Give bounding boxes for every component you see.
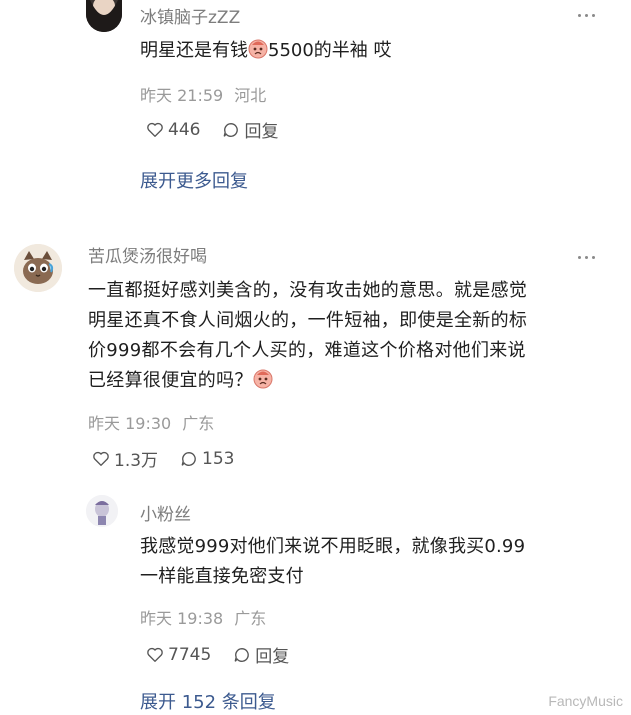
reply-button[interactable]: 153 (180, 448, 235, 469)
reply-count: 153 (202, 448, 235, 469)
like-count: 1.3万 (114, 451, 159, 471)
comment-text-line: 明星还真不食人间烟火的，一件短袖，即使是全新的标 (88, 310, 528, 331)
comment-text-line: 已经算很便宜的吗？ (88, 370, 253, 391)
comment-actions: 446 回复 (146, 117, 300, 142)
comment-username[interactable]: 苦瓜煲汤很好喝 (88, 242, 207, 267)
avatar-image-icon (86, 495, 118, 527)
comment-text-part: 明星还是有钱 (140, 40, 248, 61)
comment-text-last-line: 已经算很便宜的吗？ (88, 366, 608, 399)
like-count: 446 (168, 119, 201, 140)
heart-icon (93, 451, 109, 466)
comment-meta: 昨天 19:30 广东 (88, 410, 220, 434)
comment-text-part: 5500的半袖 哎 (268, 40, 392, 61)
comment-actions: 1.3万 153 (92, 446, 257, 471)
heart-icon (147, 122, 163, 137)
expand-more-replies-link[interactable]: 展开更多回复 (140, 167, 248, 193)
reply-text-line: 一样能直接免密支付 (140, 566, 304, 587)
comment-time: 昨天 21:59 (140, 86, 224, 105)
speech-bubble-icon (234, 647, 250, 662)
reply-text-line: 我感觉999对他们来说不用眨眼，就像我买0.99 (140, 536, 526, 557)
avatar[interactable] (86, 495, 118, 527)
reply-username[interactable]: 小粉丝 (140, 500, 191, 525)
comment-text-line: 一直都挺好感刘美含的，没有攻击她的意思。就是感觉 (88, 280, 528, 301)
comment-text-line: 价999都不会有几个人买的，难道这个价格对他们来说 (88, 340, 526, 361)
speech-bubble-icon (181, 451, 196, 466)
more-options-icon[interactable] (578, 256, 595, 259)
reply-button[interactable]: 回复 (233, 642, 289, 667)
cat-avatar-icon (14, 244, 62, 292)
comment-text: 一直都挺好感刘美含的，没有攻击她的意思。就是感觉 明星还真不食人间烟火的，一件短… (88, 276, 608, 399)
comment-time: 昨天 19:30 (88, 414, 172, 433)
comment-username[interactable]: 冰镇脑子zZZ (140, 3, 240, 28)
speech-bubble-icon (224, 122, 239, 137)
reply-meta: 昨天 19:38 广东 (140, 605, 272, 629)
comment-text: 明星还是有钱 5500的半袖 哎 (140, 36, 392, 69)
like-button[interactable]: 7745 (146, 645, 211, 665)
reply-label: 回复 (244, 122, 279, 142)
reply-text: 我感觉999对他们来说不用眨眼，就像我买0.99 一样能直接免密支付 (140, 532, 525, 592)
reply-actions: 7745 回复 (146, 642, 311, 667)
avatar-image-icon (86, 0, 122, 32)
like-button[interactable]: 446 (146, 120, 200, 140)
expand-replies-link[interactable]: 展开 152 条回复 (140, 688, 276, 714)
watermark: FancyMusic (548, 693, 623, 709)
reply-button[interactable]: 回复 (222, 117, 278, 142)
comment-location: 河北 (234, 86, 267, 105)
avatar[interactable] (14, 244, 62, 292)
crying-face-emoji-icon (253, 369, 273, 399)
heart-icon (147, 647, 163, 662)
reply-label: 回复 (255, 647, 290, 667)
comment-thread: 冰镇脑子zZZ 明星还是有钱 5500的半袖 哎 昨天 21:59 河北 446 … (0, 0, 631, 715)
like-button[interactable]: 1.3万 (92, 446, 158, 471)
comment-meta: 昨天 21:59 河北 (140, 82, 272, 106)
avatar[interactable] (86, 0, 122, 32)
like-count: 7745 (168, 644, 212, 665)
crying-face-emoji-icon (248, 39, 268, 69)
comment-location: 广东 (182, 414, 215, 433)
reply-time: 昨天 19:38 (140, 609, 224, 628)
reply-location: 广东 (234, 609, 267, 628)
more-options-icon[interactable] (578, 14, 595, 17)
